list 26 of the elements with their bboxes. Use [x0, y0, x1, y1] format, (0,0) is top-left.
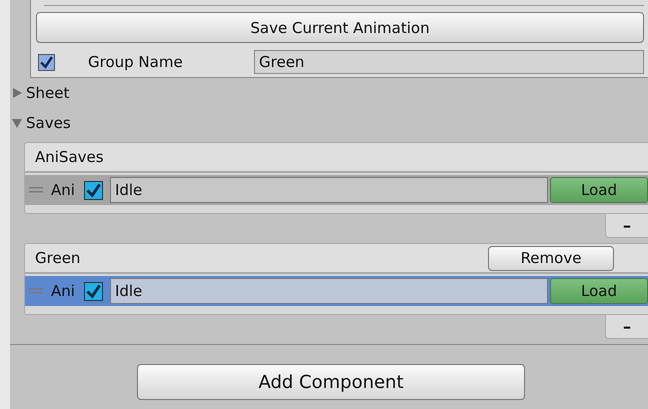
remove-item-button[interactable]: – — [605, 214, 648, 238]
animation-name-field[interactable]: Idle — [110, 278, 548, 304]
remove-item-button[interactable]: – — [605, 315, 648, 339]
animation-name-field[interactable]: Idle — [110, 177, 548, 203]
checkbox[interactable] — [84, 282, 103, 300]
expanded-triangle-icon — [12, 118, 22, 128]
checkbox[interactable] — [38, 54, 55, 70]
load-button[interactable]: Load — [550, 278, 648, 304]
list-row[interactable]: Ani Idle Load — [25, 276, 648, 306]
add-component-button[interactable]: Add Component — [137, 364, 525, 400]
list-title: Green — [35, 249, 80, 267]
group-name-field[interactable]: Green — [254, 50, 644, 74]
item-label: Ani — [51, 282, 75, 300]
collapsed-triangle-icon — [12, 88, 22, 98]
load-button[interactable]: Load — [550, 177, 648, 203]
list-title: AniSaves — [35, 148, 104, 166]
save-current-animation-button[interactable]: Save Current Animation — [36, 12, 644, 43]
group-name-label: Group Name — [88, 53, 184, 71]
drag-handle-icon[interactable] — [29, 186, 43, 194]
remove-button[interactable]: Remove — [488, 246, 614, 270]
checkbox[interactable] — [84, 180, 103, 200]
foldout[interactable]: Sheet — [10, 78, 648, 108]
foldout[interactable]: Saves — [10, 108, 648, 138]
drag-handle-icon[interactable] — [29, 287, 43, 295]
list-row[interactable]: Ani Idle Load — [25, 175, 648, 205]
item-label: Ani — [51, 181, 75, 199]
